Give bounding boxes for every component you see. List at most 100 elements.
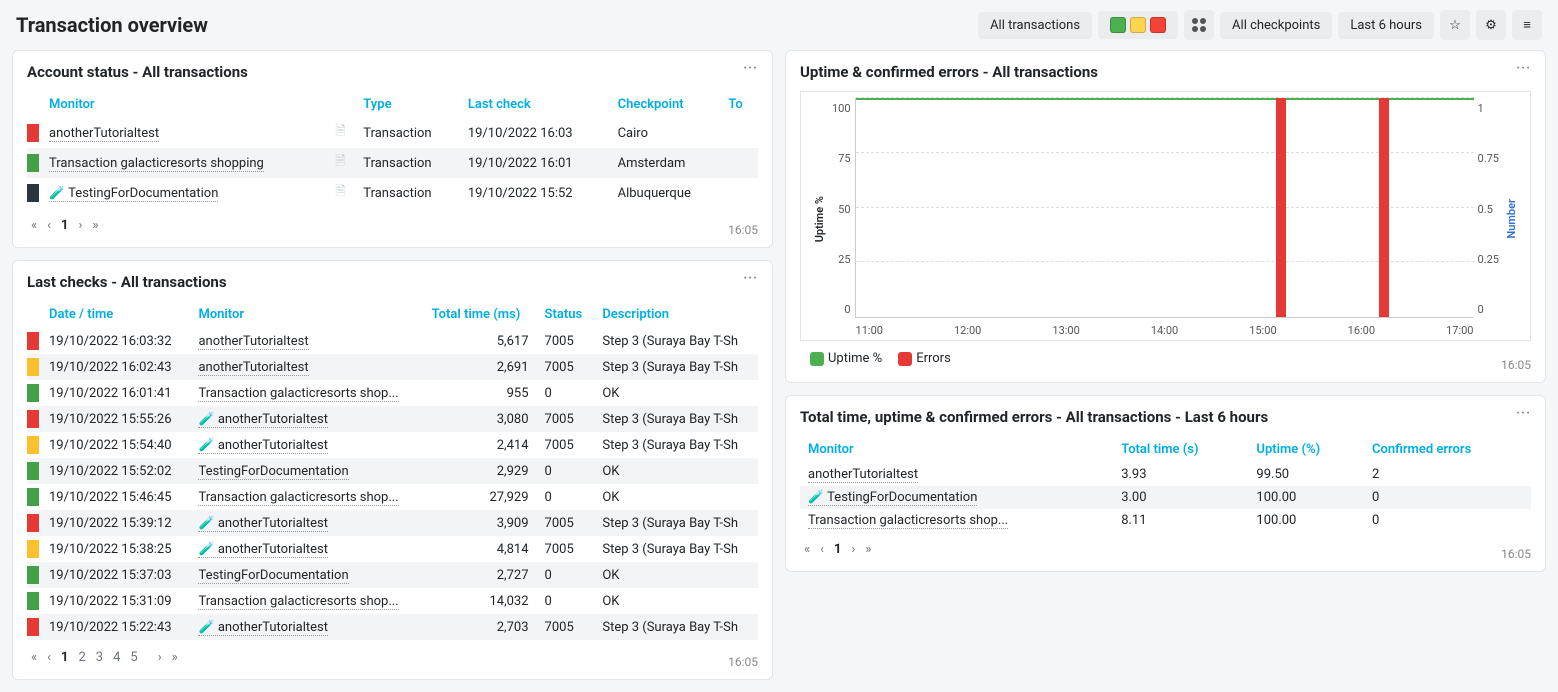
time-range-button[interactable]: Last 6 hours	[1338, 12, 1434, 39]
monitor-link[interactable]: Transaction galacticresorts shop...	[808, 513, 1008, 529]
table-row[interactable]: 19/10/2022 16:03:32 anotherTutorialtest …	[27, 328, 758, 354]
col-monitor[interactable]: Monitor	[41, 91, 327, 118]
col-datetime[interactable]: Date / time	[41, 301, 190, 328]
table-row[interactable]: 19/10/2022 16:01:41 Transaction galactic…	[27, 380, 758, 406]
cell-totaltime: 3,080	[424, 406, 537, 432]
document-icon[interactable]: 🗎	[335, 154, 345, 169]
panel-menu-button[interactable]: ···	[743, 271, 758, 286]
col-lastcheck[interactable]: Last check	[460, 91, 610, 118]
page-3[interactable]: 3	[96, 650, 103, 665]
chart-plot-area[interactable]: 11:0012:0013:0014:0015:0016:0017:00	[855, 98, 1474, 318]
status-filter-button[interactable]	[1098, 11, 1178, 39]
table-row[interactable]: 19/10/2022 15:39:12 🧪 anotherTutorialtes…	[27, 510, 758, 536]
page-prev[interactable]: ‹	[47, 218, 51, 233]
menu-button[interactable]: ≡	[1512, 10, 1542, 40]
table-row[interactable]: 🧪 TestingForDocumentation 🗎 Transaction …	[27, 178, 758, 208]
table-row[interactable]: 19/10/2022 15:54:40 🧪 anotherTutorialtes…	[27, 432, 758, 458]
page-1[interactable]: 1	[834, 542, 841, 557]
panel-menu-button[interactable]: ···	[1516, 61, 1531, 76]
pagination: « ‹ 1 › »	[800, 532, 1531, 559]
page-next[interactable]: ›	[851, 542, 855, 557]
cell-description: Step 3 (Suraya Bay T-Sh	[594, 510, 758, 536]
page-1[interactable]: 1	[61, 218, 68, 233]
cell-datetime: 19/10/2022 16:01:41	[41, 380, 190, 406]
cell-status: 7005	[537, 406, 595, 432]
table-row[interactable]: Transaction galacticresorts shop... 8.11…	[800, 509, 1531, 532]
table-row[interactable]: anotherTutorialtest 3.93 99.50 2	[800, 463, 1531, 486]
filter-transactions-button[interactable]: All transactions	[978, 12, 1092, 39]
col-total[interactable]: To	[720, 91, 758, 118]
cell-description: Step 3 (Suraya Bay T-Sh	[594, 406, 758, 432]
pagination: « ‹ 1 › »	[27, 208, 758, 235]
table-row[interactable]: 19/10/2022 15:37:03 TestingForDocumentat…	[27, 562, 758, 588]
monitor-link[interactable]: Transaction galacticresorts shop...	[198, 490, 398, 506]
col-totaltime[interactable]: Total time (ms)	[424, 301, 537, 328]
document-icon[interactable]: 🗎	[335, 124, 345, 139]
monitor-link[interactable]: anotherTutorialtest	[198, 334, 308, 350]
page-4[interactable]: 4	[113, 650, 120, 665]
grid-icon	[1192, 18, 1206, 32]
page-2[interactable]: 2	[78, 650, 85, 665]
page-5[interactable]: 5	[130, 650, 137, 665]
cell-totaltime: 3,909	[424, 510, 537, 536]
monitor-link[interactable]: Transaction galacticresorts shop...	[198, 386, 398, 402]
table-row[interactable]: anotherTutorialtest 🗎 Transaction 19/10/…	[27, 118, 758, 148]
monitor-link[interactable]: anotherTutorialtest	[808, 467, 918, 483]
col-errors[interactable]: Confirmed errors	[1364, 436, 1531, 463]
col-monitor[interactable]: Monitor	[190, 301, 423, 328]
monitor-link[interactable]: 🧪 anotherTutorialtest	[198, 516, 328, 532]
favorite-button[interactable]: ☆	[1440, 10, 1470, 40]
cell-status: 7005	[537, 614, 595, 640]
panel-menu-button[interactable]: ···	[743, 61, 758, 76]
monitor-link[interactable]: 🧪 TestingForDocumentation	[49, 186, 218, 202]
cell-datetime: 19/10/2022 15:46:45	[41, 484, 190, 510]
cell-description: OK	[594, 484, 758, 510]
filter-checkpoints-button[interactable]: All checkpoints	[1220, 12, 1332, 39]
table-row[interactable]: Transaction galacticresorts shopping 🗎 T…	[27, 148, 758, 178]
col-checkpoint[interactable]: Checkpoint	[610, 91, 721, 118]
monitor-link[interactable]: Transaction galacticresorts shopping	[49, 156, 264, 172]
col-totaltime[interactable]: Total time (s)	[1113, 436, 1248, 463]
monitor-link[interactable]: anotherTutorialtest	[49, 126, 159, 142]
table-row[interactable]: 19/10/2022 15:55:26 🧪 anotherTutorialtes…	[27, 406, 758, 432]
monitor-link[interactable]: 🧪 anotherTutorialtest	[198, 412, 328, 428]
table-row[interactable]: 19/10/2022 15:22:43 🧪 anotherTutorialtes…	[27, 614, 758, 640]
table-row[interactable]: 19/10/2022 15:31:09 Transaction galactic…	[27, 588, 758, 614]
table-row[interactable]: 19/10/2022 16:02:43 anotherTutorialtest …	[27, 354, 758, 380]
monitor-link[interactable]: 🧪 anotherTutorialtest	[198, 620, 328, 636]
col-uptime[interactable]: Uptime (%)	[1248, 436, 1364, 463]
monitor-link[interactable]: anotherTutorialtest	[198, 360, 308, 376]
page-first[interactable]: «	[31, 650, 37, 665]
monitor-link[interactable]: 🧪 anotherTutorialtest	[198, 438, 328, 454]
monitor-link[interactable]: Transaction galacticresorts shop...	[198, 594, 398, 610]
table-row[interactable]: 19/10/2022 15:46:45 Transaction galactic…	[27, 484, 758, 510]
col-status[interactable]: Status	[537, 301, 595, 328]
flask-icon: 🧪	[49, 186, 68, 201]
col-monitor[interactable]: Monitor	[800, 436, 1113, 463]
page-last[interactable]: »	[865, 542, 871, 557]
status-indicator	[27, 124, 39, 142]
monitor-link[interactable]: TestingForDocumentation	[198, 568, 348, 584]
col-type[interactable]: Type	[355, 91, 460, 118]
page-first[interactable]: «	[31, 218, 37, 233]
page-1[interactable]: 1	[61, 650, 68, 665]
panel-menu-button[interactable]: ···	[1516, 406, 1531, 421]
page-last[interactable]: »	[172, 650, 178, 665]
page-first[interactable]: «	[804, 542, 810, 557]
table-row[interactable]: 19/10/2022 15:38:25 🧪 anotherTutorialtes…	[27, 536, 758, 562]
monitor-link[interactable]: TestingForDocumentation	[198, 464, 348, 480]
monitor-link[interactable]: 🧪 anotherTutorialtest	[198, 542, 328, 558]
layout-grid-button[interactable]	[1184, 10, 1214, 40]
cell-checkpoint: Albuquerque	[610, 178, 721, 208]
monitor-link[interactable]: 🧪 TestingForDocumentation	[808, 490, 977, 506]
page-prev[interactable]: ‹	[820, 542, 824, 557]
document-icon[interactable]: 🗎	[335, 184, 345, 199]
page-next[interactable]: ›	[78, 218, 82, 233]
settings-button[interactable]: ⚙	[1476, 10, 1506, 40]
page-next[interactable]: ›	[158, 650, 162, 665]
table-row[interactable]: 19/10/2022 15:52:02 TestingForDocumentat…	[27, 458, 758, 484]
page-prev[interactable]: ‹	[47, 650, 51, 665]
page-last[interactable]: »	[92, 218, 98, 233]
table-row[interactable]: 🧪 TestingForDocumentation 3.00 100.00 0	[800, 486, 1531, 509]
col-description[interactable]: Description	[594, 301, 758, 328]
